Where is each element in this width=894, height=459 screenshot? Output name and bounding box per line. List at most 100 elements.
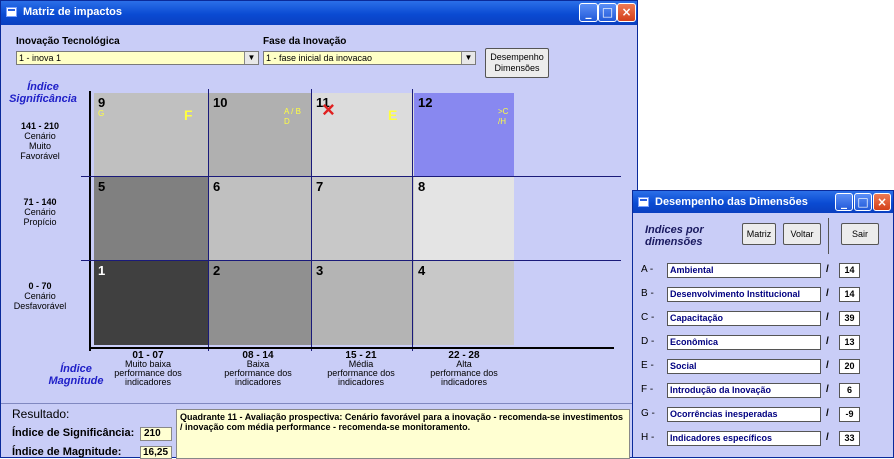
dimension-name: Indicadores específicos: [667, 431, 821, 446]
dropdown-arrow-icon[interactable]: ▼: [461, 52, 475, 64]
quadrant-2[interactable]: 2: [209, 261, 312, 345]
quadrant-11[interactable]: 11 × E: [312, 93, 414, 177]
dimension-letter: D -: [641, 336, 655, 347]
label-fase: Fase da Inovação: [263, 36, 347, 47]
dimension-tag: A / B: [284, 107, 301, 116]
dimension-name: Social: [667, 359, 821, 374]
quadrant-1[interactable]: 1: [94, 261, 209, 345]
quadrant-4[interactable]: 4: [414, 261, 514, 345]
quadrant-number: 4: [418, 263, 426, 278]
grid-hline: [81, 260, 621, 261]
grid-vline: [208, 89, 209, 351]
dimension-name: Ocorrências inesperadas: [667, 407, 821, 422]
desempenho-label: Desempenho: [490, 52, 544, 62]
row-range: 71 - 140: [23, 197, 57, 207]
row-desc-l1: Cenário: [24, 131, 56, 141]
significancia-label: Índice de Significância:: [12, 427, 135, 439]
inovacao-select[interactable]: 1 - inova 1 ▼: [16, 51, 259, 65]
quadrant-number: 9: [98, 95, 106, 110]
fase-select-value: 1 - fase inicial da inovacao: [266, 53, 373, 63]
grid-hline: [89, 347, 614, 349]
minimize-icon[interactable]: _: [579, 3, 598, 22]
sair-button[interactable]: Sair: [841, 223, 879, 245]
app-icon: [638, 197, 649, 207]
row-desc-l1: Cenário: [24, 207, 56, 217]
grid-vline: [89, 91, 91, 351]
row-label-mid: 71 - 140 Cenário Propício: [1, 197, 79, 227]
matriz-titlebar[interactable]: Matriz de impactos _ □ ×: [1, 1, 637, 25]
col-desc-l3: indicadores: [337, 377, 385, 387]
quadrant-number: 10: [213, 95, 228, 110]
quadrant-number: 5: [98, 179, 106, 194]
quadrant-number: 6: [213, 179, 221, 194]
dimension-tag-2: /H: [498, 117, 506, 126]
col-desc-l3: indicadores: [124, 377, 172, 387]
col-label-4: 22 - 28 Alta performance dos indicadores: [414, 351, 514, 387]
row-desc-l3: Favorável: [20, 151, 60, 161]
desempenho-dimensoes-button[interactable]: Desempenho Dimensões: [485, 48, 549, 78]
dimensoes-label: Dimensões: [494, 63, 540, 73]
slash-separator: /: [826, 264, 829, 275]
grid-vline: [412, 89, 413, 351]
dimension-row-h: H - Indicadores específicos / 33: [633, 431, 893, 447]
quadrant-7[interactable]: 7: [312, 177, 414, 261]
row-label-high: 141 - 210 Cenário Muito Favorável: [1, 121, 79, 161]
quadrant-8[interactable]: 8: [414, 177, 514, 261]
quadrant-10[interactable]: 10 A / B D: [209, 93, 312, 177]
quadrant-number: 8: [418, 179, 426, 194]
dimension-value: 20: [839, 359, 860, 374]
dimension-tag: G: [98, 109, 105, 118]
slash-separator: /: [826, 360, 829, 371]
dimension-letter: H -: [641, 432, 655, 443]
dimension-value: 6: [839, 383, 860, 398]
slash-separator: /: [826, 432, 829, 443]
dimensoes-heading-l1: Indices por: [645, 224, 704, 236]
dimensoes-titlebar[interactable]: Desempenho das Dimensões _ □ ×: [633, 191, 893, 213]
magnitude-value: 16,25: [140, 446, 172, 459]
slash-separator: /: [826, 336, 829, 347]
significancia-value: 210: [140, 427, 172, 441]
dimension-value: 13: [839, 335, 860, 350]
fase-select[interactable]: 1 - fase inicial da inovacao ▼: [263, 51, 476, 65]
dimensoes-heading: Indices por dimensões: [645, 224, 704, 248]
row-desc-l2: Muito: [28, 141, 51, 151]
close-icon[interactable]: ×: [617, 3, 636, 22]
maximize-icon[interactable]: □: [598, 3, 617, 22]
grid-hline: [81, 176, 621, 177]
col-label-1: 01 - 07 Muito baixa performance dos indi…: [98, 351, 198, 387]
quadrant-9[interactable]: 9 G F: [94, 93, 209, 177]
dimension-name: Introdução da Inovação: [667, 383, 821, 398]
quadrant-6[interactable]: 6: [209, 177, 312, 261]
matriz-window: Matriz de impactos _ □ × Inovação Tecnol…: [0, 0, 638, 459]
row-desc-l1: Cenário: [24, 291, 56, 301]
row-desc-l2: Desfavorável: [13, 301, 67, 311]
col-desc-l3: indicadores: [234, 377, 282, 387]
voltar-button[interactable]: Voltar: [783, 223, 821, 245]
dimension-big-tag: E: [388, 107, 398, 123]
maximize-icon[interactable]: □: [854, 193, 872, 211]
dropdown-arrow-icon[interactable]: ▼: [244, 52, 258, 64]
results-divider: [1, 403, 637, 404]
slash-separator: /: [826, 312, 829, 323]
quadrant-5[interactable]: 5: [94, 177, 209, 261]
row-range: 141 - 210: [20, 121, 60, 131]
dimension-letter: G -: [641, 408, 655, 419]
slash-separator: /: [826, 384, 829, 395]
dimension-letter: E -: [641, 360, 654, 371]
significancia-value-text: 210: [144, 428, 161, 439]
resultado-label: Resultado:: [12, 407, 70, 421]
close-icon[interactable]: ×: [873, 193, 891, 211]
dimension-row-b: B - Desenvolvimento Institucional / 14: [633, 287, 893, 303]
matriz-button[interactable]: Matriz: [742, 223, 776, 245]
minimize-icon[interactable]: _: [835, 193, 853, 211]
dimension-value: -9: [839, 407, 860, 422]
magnitude-value-text: 16,25: [143, 447, 169, 458]
dimension-tag: >C: [498, 107, 509, 116]
dimension-value: 33: [839, 431, 860, 446]
quadrant-3[interactable]: 3: [312, 261, 414, 345]
quadrant-12[interactable]: 12 >C /H: [414, 93, 514, 177]
row-label-low: 0 - 70 Cenário Desfavorável: [1, 281, 79, 311]
col-label-2: 08 - 14 Baixa performance dos indicadore…: [208, 351, 308, 387]
y-axis-title-l1: Índice: [27, 81, 59, 93]
inovacao-select-value: 1 - inova 1: [19, 53, 62, 63]
